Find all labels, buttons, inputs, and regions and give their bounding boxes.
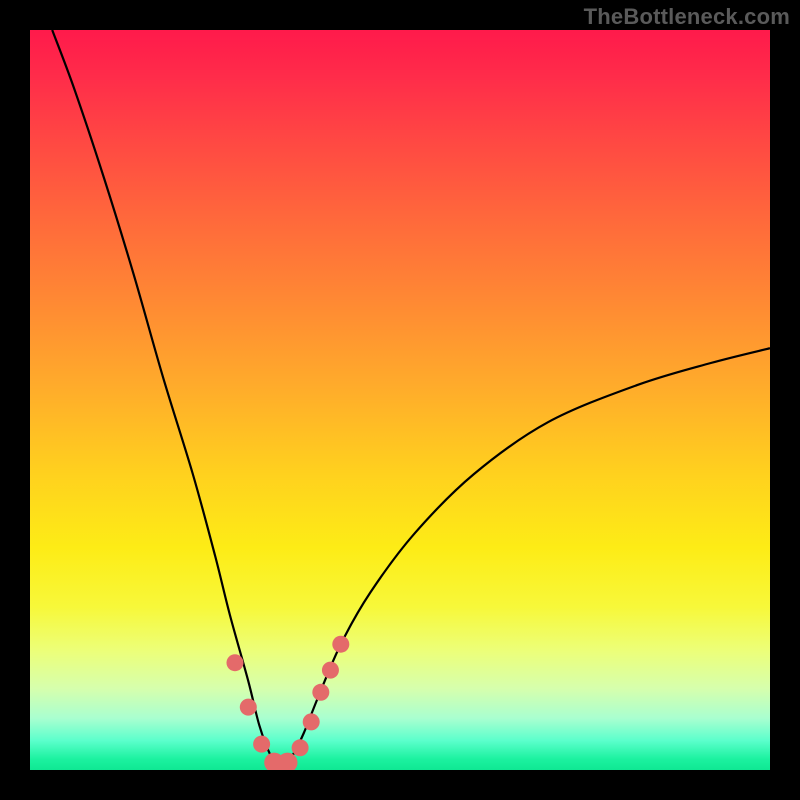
bottleneck-curve [52,30,770,770]
plot-area [30,30,770,770]
valley-marker [253,736,270,753]
chart-svg [30,30,770,770]
valley-marker [312,684,329,701]
valley-marker [332,636,349,653]
valley-marker [303,713,320,730]
valley-marker [226,654,243,671]
valley-marker [322,662,339,679]
chart-frame: TheBottleneck.com [0,0,800,800]
valley-markers [226,636,349,770]
watermark-text: TheBottleneck.com [584,4,790,30]
valley-marker [240,699,257,716]
valley-marker [292,739,309,756]
